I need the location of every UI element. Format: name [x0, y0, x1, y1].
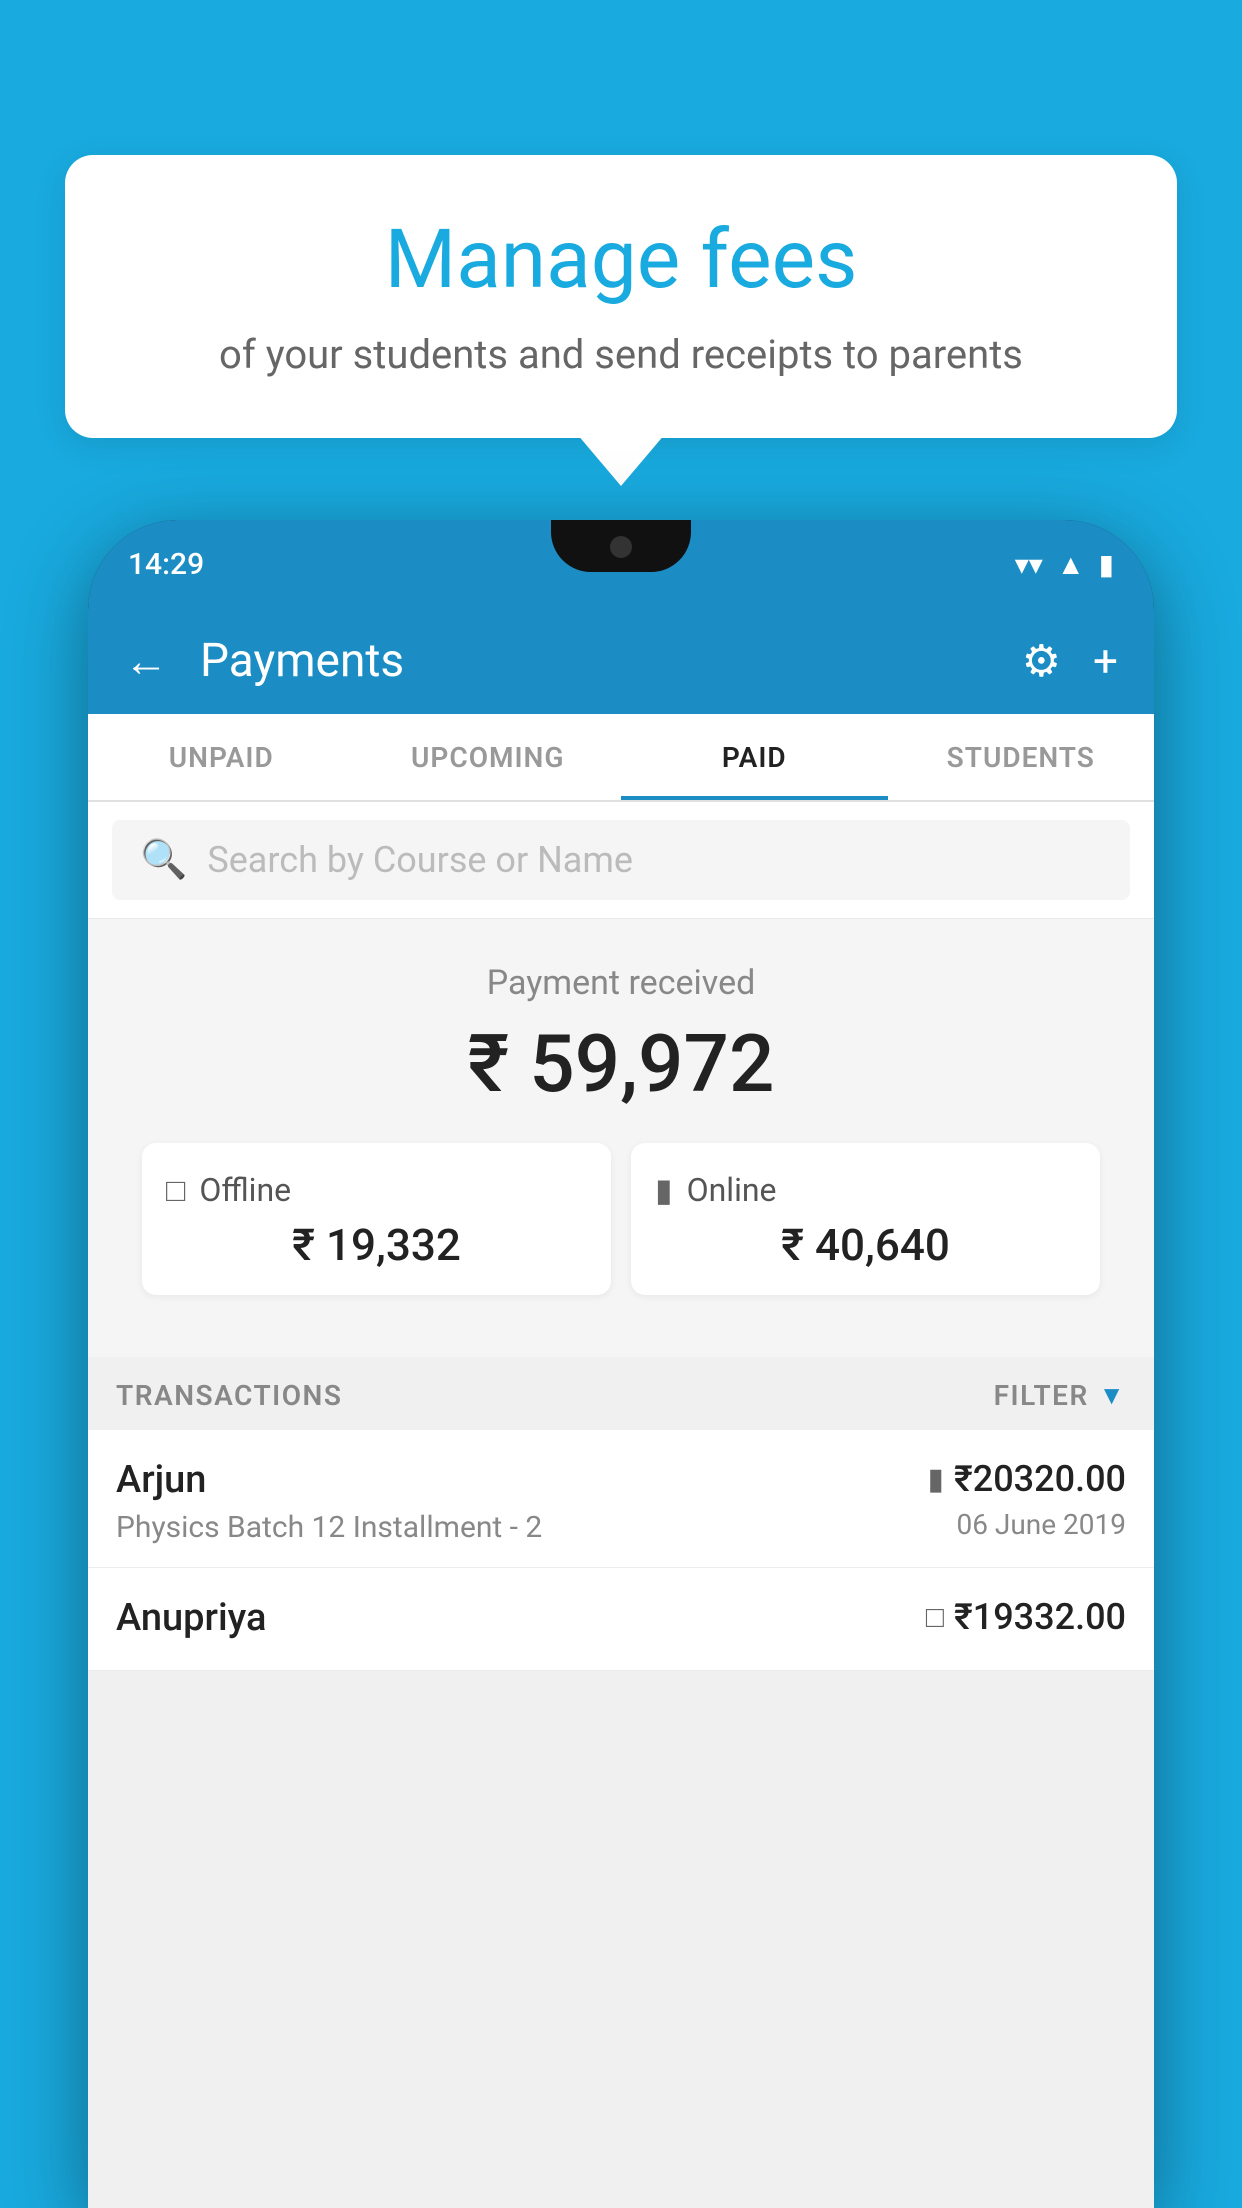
- txn-amount: ₹20320.00: [954, 1458, 1126, 1500]
- online-amount: ₹ 40,640: [655, 1219, 1076, 1271]
- txn-right: □ ₹19332.00: [926, 1596, 1126, 1638]
- online-icon: ▮: [655, 1171, 673, 1209]
- status-bar: 14:29 ▾▾ ▲ ▮: [88, 520, 1154, 608]
- header-actions: ⚙ +: [1022, 635, 1118, 687]
- bubble-title: Manage fees: [135, 215, 1107, 305]
- offline-amount: ₹ 19,332: [166, 1219, 587, 1271]
- header-title: Payments: [200, 634, 990, 688]
- notch: [551, 520, 691, 572]
- add-button[interactable]: +: [1093, 635, 1118, 687]
- txn-amount: ₹19332.00: [954, 1596, 1126, 1638]
- search-bar-wrapper: 🔍 Search by Course or Name: [88, 802, 1154, 919]
- offline-icon: □: [166, 1171, 185, 1209]
- offline-label: Offline: [199, 1171, 291, 1209]
- txn-name: Anupriya: [116, 1596, 266, 1640]
- table-row[interactable]: Anupriya □ ₹19332.00: [88, 1568, 1154, 1671]
- payment-total-amount: ₹ 59,972: [118, 1017, 1124, 1111]
- offline-card: □ Offline ₹ 19,332: [142, 1143, 611, 1295]
- status-time: 14:29: [128, 547, 204, 582]
- tab-unpaid[interactable]: UNPAID: [88, 714, 355, 800]
- transactions-header: TRANSACTIONS FILTER ▼: [88, 1357, 1154, 1430]
- payment-cards-row: □ Offline ₹ 19,332 ▮ Online ₹ 40,640: [118, 1143, 1124, 1325]
- card-payment-icon: ▮: [927, 1462, 944, 1497]
- txn-amount-row: ▮ ₹20320.00: [927, 1458, 1126, 1500]
- search-input[interactable]: Search by Course or Name: [207, 839, 633, 881]
- search-icon: 🔍: [140, 838, 187, 882]
- cash-payment-icon: □: [926, 1600, 944, 1635]
- txn-left: Anupriya: [116, 1596, 266, 1648]
- txn-right: ▮ ₹20320.00 06 June 2019: [927, 1458, 1126, 1541]
- speech-bubble: Manage fees of your students and send re…: [65, 155, 1177, 438]
- phone-frame: 14:29 ▾▾ ▲ ▮ ← Payments ⚙ + UNPAID UPCOM…: [88, 520, 1154, 2208]
- online-label: Online: [687, 1171, 777, 1209]
- txn-description: Physics Batch 12 Installment - 2: [116, 1510, 542, 1545]
- phone-screen-content: 🔍 Search by Course or Name Payment recei…: [88, 802, 1154, 2208]
- tabs-bar: UNPAID UPCOMING PAID STUDENTS: [88, 714, 1154, 802]
- signal-icon: ▲: [1057, 548, 1085, 581]
- payment-received-label: Payment received: [118, 963, 1124, 1003]
- search-bar[interactable]: 🔍 Search by Course or Name: [112, 820, 1130, 900]
- filter-button[interactable]: FILTER ▼: [994, 1379, 1126, 1412]
- offline-card-label-row: □ Offline: [166, 1171, 587, 1209]
- back-button[interactable]: ←: [124, 639, 168, 683]
- status-icons: ▾▾ ▲ ▮: [1015, 548, 1114, 581]
- tab-paid[interactable]: PAID: [621, 714, 888, 800]
- settings-button[interactable]: ⚙: [1022, 635, 1061, 687]
- tab-students[interactable]: STUDENTS: [888, 714, 1155, 800]
- app-header: ← Payments ⚙ +: [88, 608, 1154, 714]
- txn-name: Arjun: [116, 1458, 542, 1502]
- table-row[interactable]: Arjun Physics Batch 12 Installment - 2 ▮…: [88, 1430, 1154, 1568]
- txn-amount-row: □ ₹19332.00: [926, 1596, 1126, 1638]
- online-card: ▮ Online ₹ 40,640: [631, 1143, 1100, 1295]
- transactions-label: TRANSACTIONS: [116, 1379, 342, 1412]
- payment-summary: Payment received ₹ 59,972 □ Offline ₹ 19…: [88, 919, 1154, 1357]
- tab-upcoming[interactable]: UPCOMING: [355, 714, 622, 800]
- txn-left: Arjun Physics Batch 12 Installment - 2: [116, 1458, 542, 1545]
- battery-icon: ▮: [1099, 548, 1114, 581]
- filter-label: FILTER: [994, 1379, 1089, 1412]
- txn-date: 06 June 2019: [956, 1508, 1126, 1541]
- online-card-label-row: ▮ Online: [655, 1171, 1076, 1209]
- wifi-icon: ▾▾: [1015, 548, 1043, 581]
- camera-dot: [610, 536, 632, 558]
- bubble-subtitle: of your students and send receipts to pa…: [135, 327, 1107, 383]
- filter-icon: ▼: [1099, 1380, 1126, 1411]
